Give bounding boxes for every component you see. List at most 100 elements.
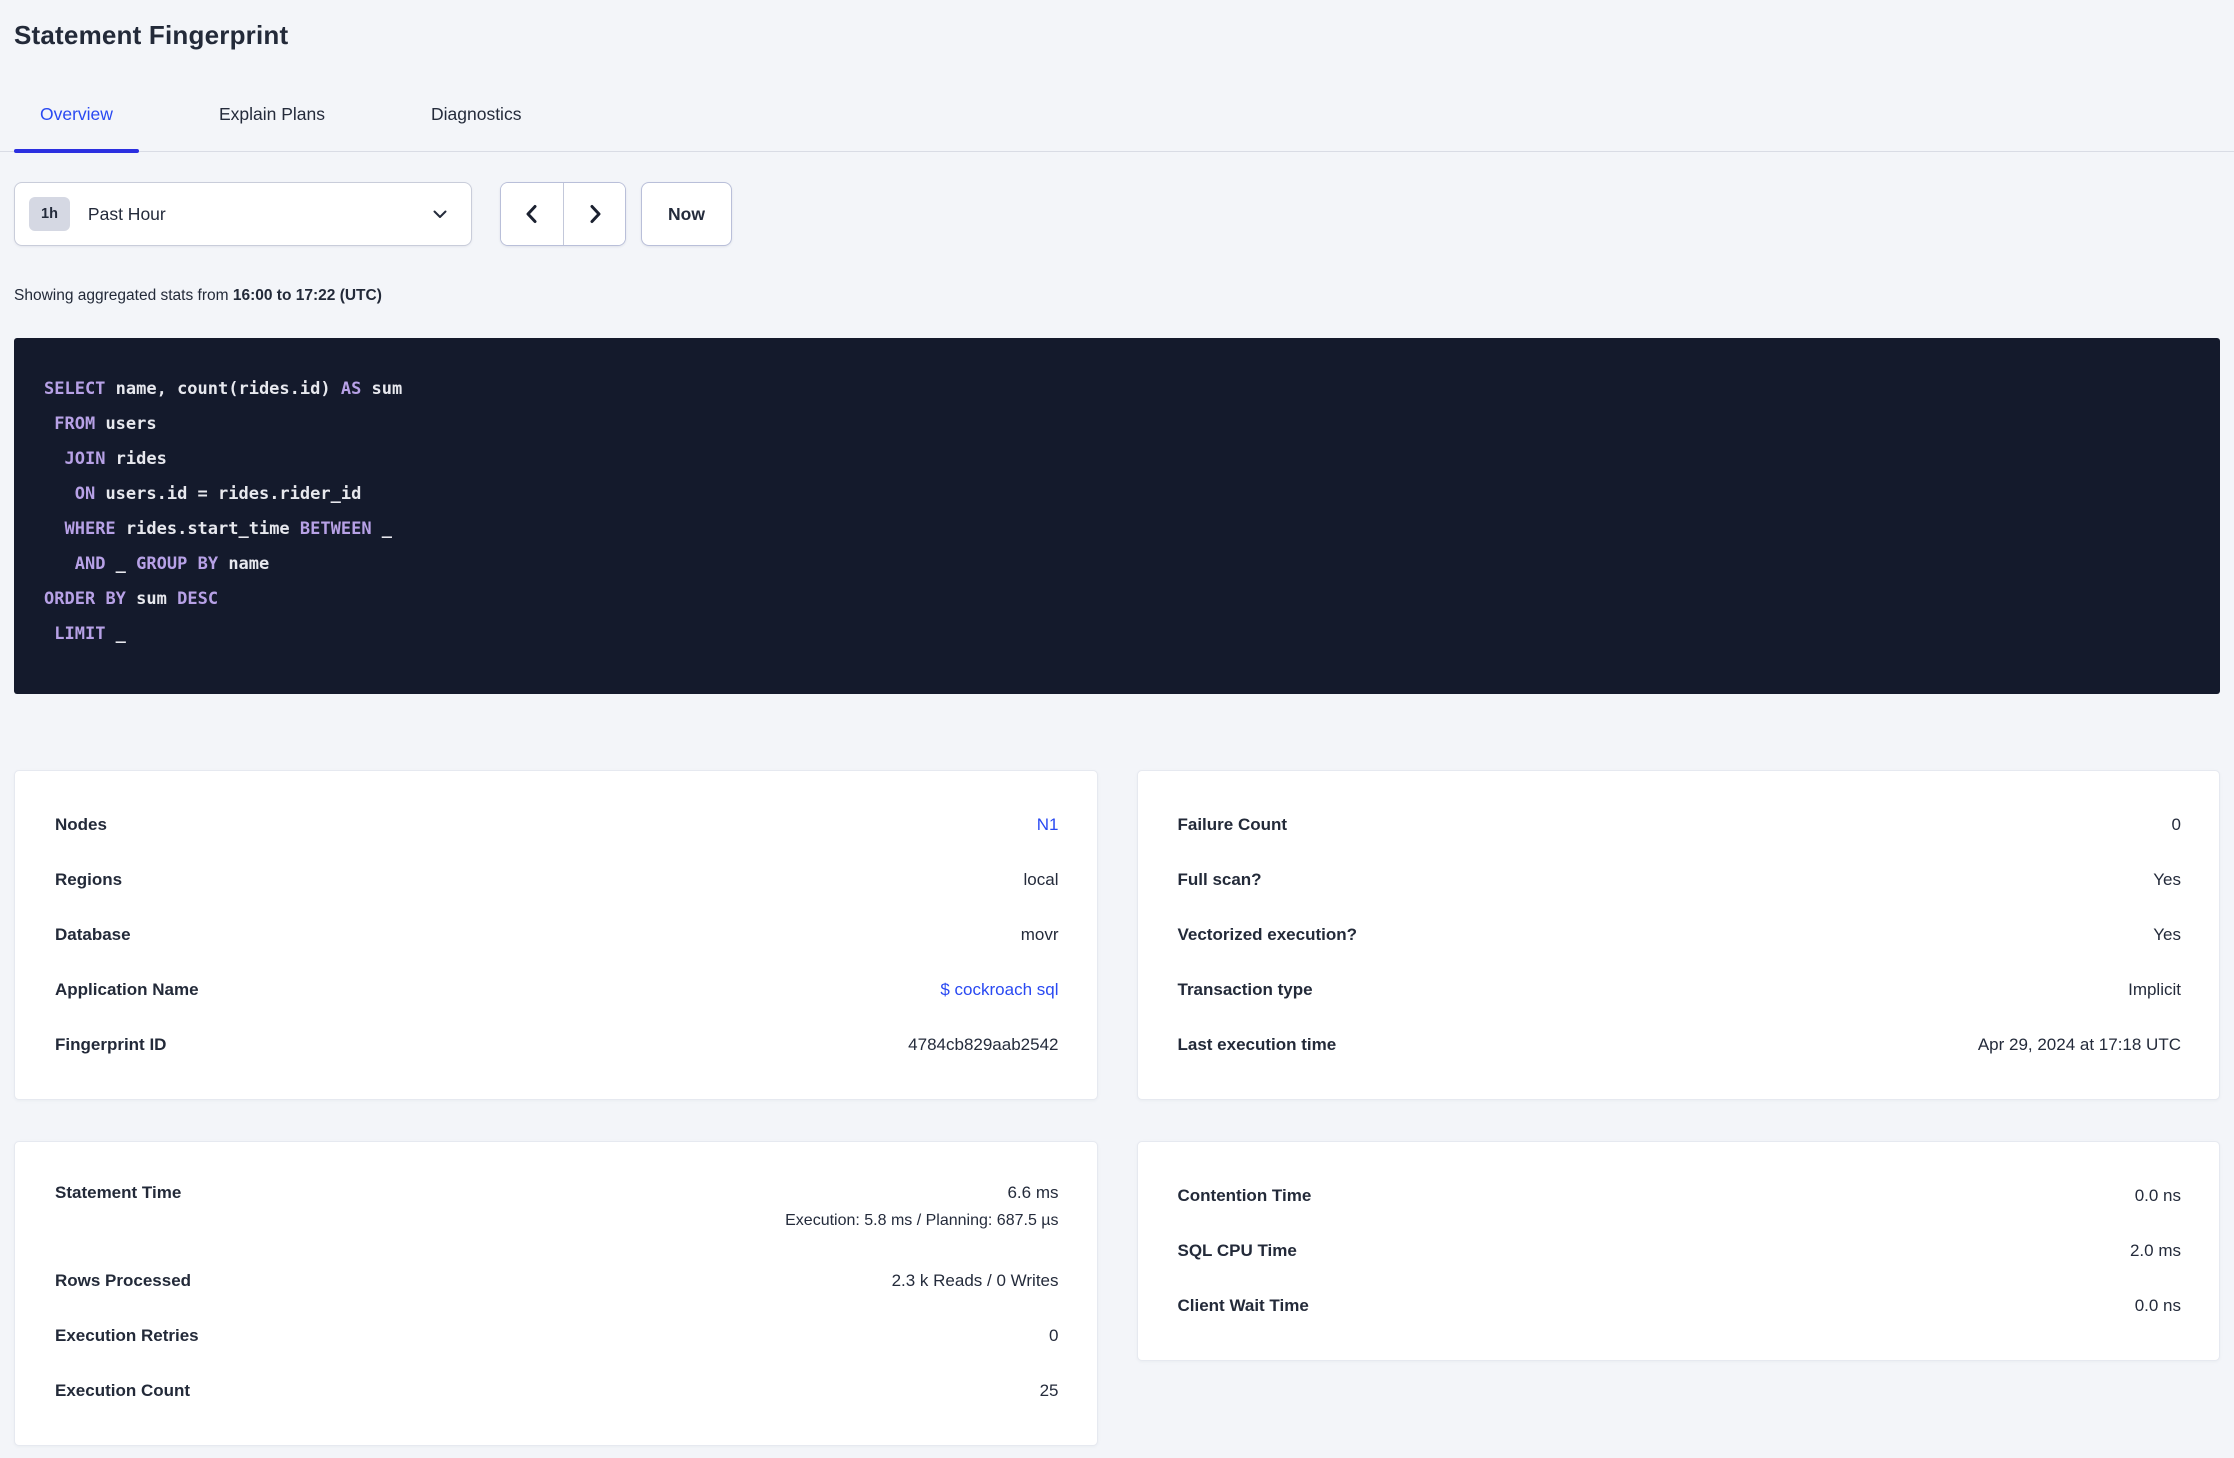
stat-row: Failure Count 0 <box>1178 797 2182 852</box>
stat-label: Application Name <box>55 979 199 999</box>
page-title: Statement Fingerprint <box>14 20 289 50</box>
sql-keyword: BETWEEN <box>299 519 372 539</box>
stat-value-wrap: local <box>1024 870 1059 890</box>
sql-keyword: JOIN <box>64 449 106 469</box>
stat-label: Failure Count <box>1177 814 1288 834</box>
stat-label: Fingerprint ID <box>55 1034 167 1054</box>
sql-keyword: BY <box>105 589 126 609</box>
sql-keyword: LIMIT <box>54 624 106 644</box>
stat-value-wrap: Yes <box>2153 870 2181 890</box>
sql-line: LIMIT _ <box>44 617 2190 652</box>
sql-text: rides <box>105 449 167 469</box>
stat-label: Statement Time <box>55 1183 182 1202</box>
stat-value-wrap: 0.0 ns <box>2135 1186 2181 1206</box>
chevron-left-icon <box>521 203 543 225</box>
chevron-down-icon <box>431 205 449 223</box>
stat-row: Full scan? Yes <box>1178 852 2182 907</box>
stat-value: 0 <box>2171 814 2181 834</box>
stat-value-wrap: Yes <box>2153 925 2181 945</box>
stat-row: Nodes N1 <box>55 797 1059 852</box>
tab-bar: Overview Explain Plans Diagnostics <box>0 103 2234 153</box>
sql-text: users <box>95 414 157 434</box>
next-time-button[interactable] <box>563 183 625 245</box>
stat-row: Client Wait Time 0.0 ns <box>1178 1278 2182 1333</box>
sql-keyword: ON <box>74 484 96 504</box>
previous-time-button[interactable] <box>501 183 563 245</box>
time-range-label: Past Hour <box>87 203 166 224</box>
stat-row: Rows Processed 2.3 k Reads / 0 Writes <box>55 1253 1059 1308</box>
sql-line: ON users.id = rides.rider_id <box>44 477 2190 512</box>
sql-line: JOIN rides <box>44 442 2190 477</box>
stat-row: SQL CPU Time 2.0 ms <box>1178 1223 2182 1278</box>
stat-value-wrap: 25 <box>1040 1381 1059 1401</box>
details-card: Nodes N1 Regions local Database movr Applicati… <box>14 770 1098 1100</box>
stat-value-wrap: N1 <box>1037 815 1059 835</box>
stat-label: Contention Time <box>1177 1185 1312 1205</box>
stat-value-wrap: $ cockroach sql <box>940 980 1058 1000</box>
stat-row: Execution Count 25 <box>55 1363 1059 1418</box>
stat-label: SQL CPU Time <box>1177 1240 1297 1260</box>
sql-line: SELECT name, count(rides.id) AS sum <box>44 372 2190 407</box>
sql-text: name <box>218 554 270 574</box>
time-range-dropdown[interactable]: 1h Past Hour <box>14 182 472 246</box>
stat-row: Transaction type Implicit <box>1178 962 2182 1017</box>
stat-value-wrap: 0 <box>1049 1326 1058 1346</box>
caption-text: Showing aggregated stats from <box>14 287 229 304</box>
stat-value: 6.6 ms <box>1007 1183 1059 1202</box>
sql-keyword: BY <box>197 554 219 574</box>
stat-value-link[interactable]: $ cockroach sql <box>940 980 1058 1000</box>
stat-value-wrap: 0.0 ns <box>2135 1296 2181 1316</box>
stat-value: 25 <box>1039 1380 1059 1400</box>
stat-row: Statement Time 6.6 ms Execution: 5.8 ms / … <box>55 1168 1059 1253</box>
tab-explain-plans[interactable]: Explain Plans <box>193 103 351 151</box>
sql-text: _ <box>371 519 393 539</box>
sql-keyword: DESC <box>177 589 219 609</box>
stat-value-link[interactable]: N1 <box>1037 815 1059 835</box>
stat-value-wrap: Implicit <box>2128 980 2181 1000</box>
sql-text: sum <box>361 379 403 399</box>
sql-line: ORDER BY sum DESC <box>44 582 2190 617</box>
stat-value: Yes <box>2153 924 2181 944</box>
sql-text: _ <box>105 624 126 644</box>
now-button[interactable]: Now <box>641 182 732 246</box>
stat-value-wrap: 2.3 k Reads / 0 Writes <box>892 1271 1059 1291</box>
time-range-badge: 1h <box>29 196 70 232</box>
stat-label: Last execution time <box>1177 1034 1337 1054</box>
stat-value: 4784cb829aab2542 <box>908 1034 1059 1054</box>
tab-label: Explain Plans <box>218 104 325 124</box>
sql-statement-box: SELECT name, count(rides.id) AS sum FROM… <box>14 338 2220 694</box>
stat-value-wrap: Apr 29, 2024 at 17:18 UTC <box>1978 1035 2181 1055</box>
stat-value: Yes <box>2153 869 2181 889</box>
sql-keyword: ORDER <box>44 589 96 609</box>
stat-value-wrap: movr <box>1021 925 1059 945</box>
stat-label: Nodes <box>55 814 107 834</box>
statement-times-card: Statement Time 6.6 ms Execution: 5.8 ms / … <box>14 1141 1098 1446</box>
chevron-right-icon <box>584 203 606 225</box>
sql-keyword: AND <box>74 554 106 574</box>
stat-value: Implicit <box>2128 979 2181 999</box>
stat-value-wrap: 0 <box>2172 815 2181 835</box>
stat-row: Execution Retries 0 <box>55 1308 1059 1363</box>
sql-line: FROM users <box>44 407 2190 442</box>
sql-keyword: FROM <box>54 414 96 434</box>
stat-value: movr <box>1020 924 1059 944</box>
stats-caption: Showing aggregated stats from 16:00 to 1… <box>14 287 2220 305</box>
execution-attributes-card: Failure Count 0 Full scan? Yes Vectorized ex… <box>1136 770 2220 1100</box>
tab-label: Overview <box>40 104 113 124</box>
stat-label: Execution Count <box>55 1380 191 1400</box>
sql-line: AND _ GROUP BY name <box>44 547 2190 582</box>
wait-times-card: Contention Time 0.0 ns SQL CPU Time 2.0 ms C… <box>1136 1141 2220 1361</box>
stat-value: 2.3 k Reads / 0 Writes <box>891 1270 1059 1290</box>
statement-fingerprint-page: Statement Fingerprint Overview Explain P… <box>0 0 2234 1446</box>
stat-value: 0 <box>1049 1325 1059 1345</box>
sql-keyword: GROUP <box>136 554 188 574</box>
stats-cards: Nodes N1 Regions local Database movr Applicati… <box>14 770 2220 1446</box>
stat-value: local <box>1023 869 1059 889</box>
tab-overview[interactable]: Overview <box>14 103 139 153</box>
time-toolbar: 1h Past Hour Now <box>14 182 2220 246</box>
tab-diagnostics[interactable]: Diagnostics <box>405 103 547 151</box>
stat-subvalue: Execution: 5.8 ms / Planning: 687.5 µs <box>785 1212 1059 1229</box>
